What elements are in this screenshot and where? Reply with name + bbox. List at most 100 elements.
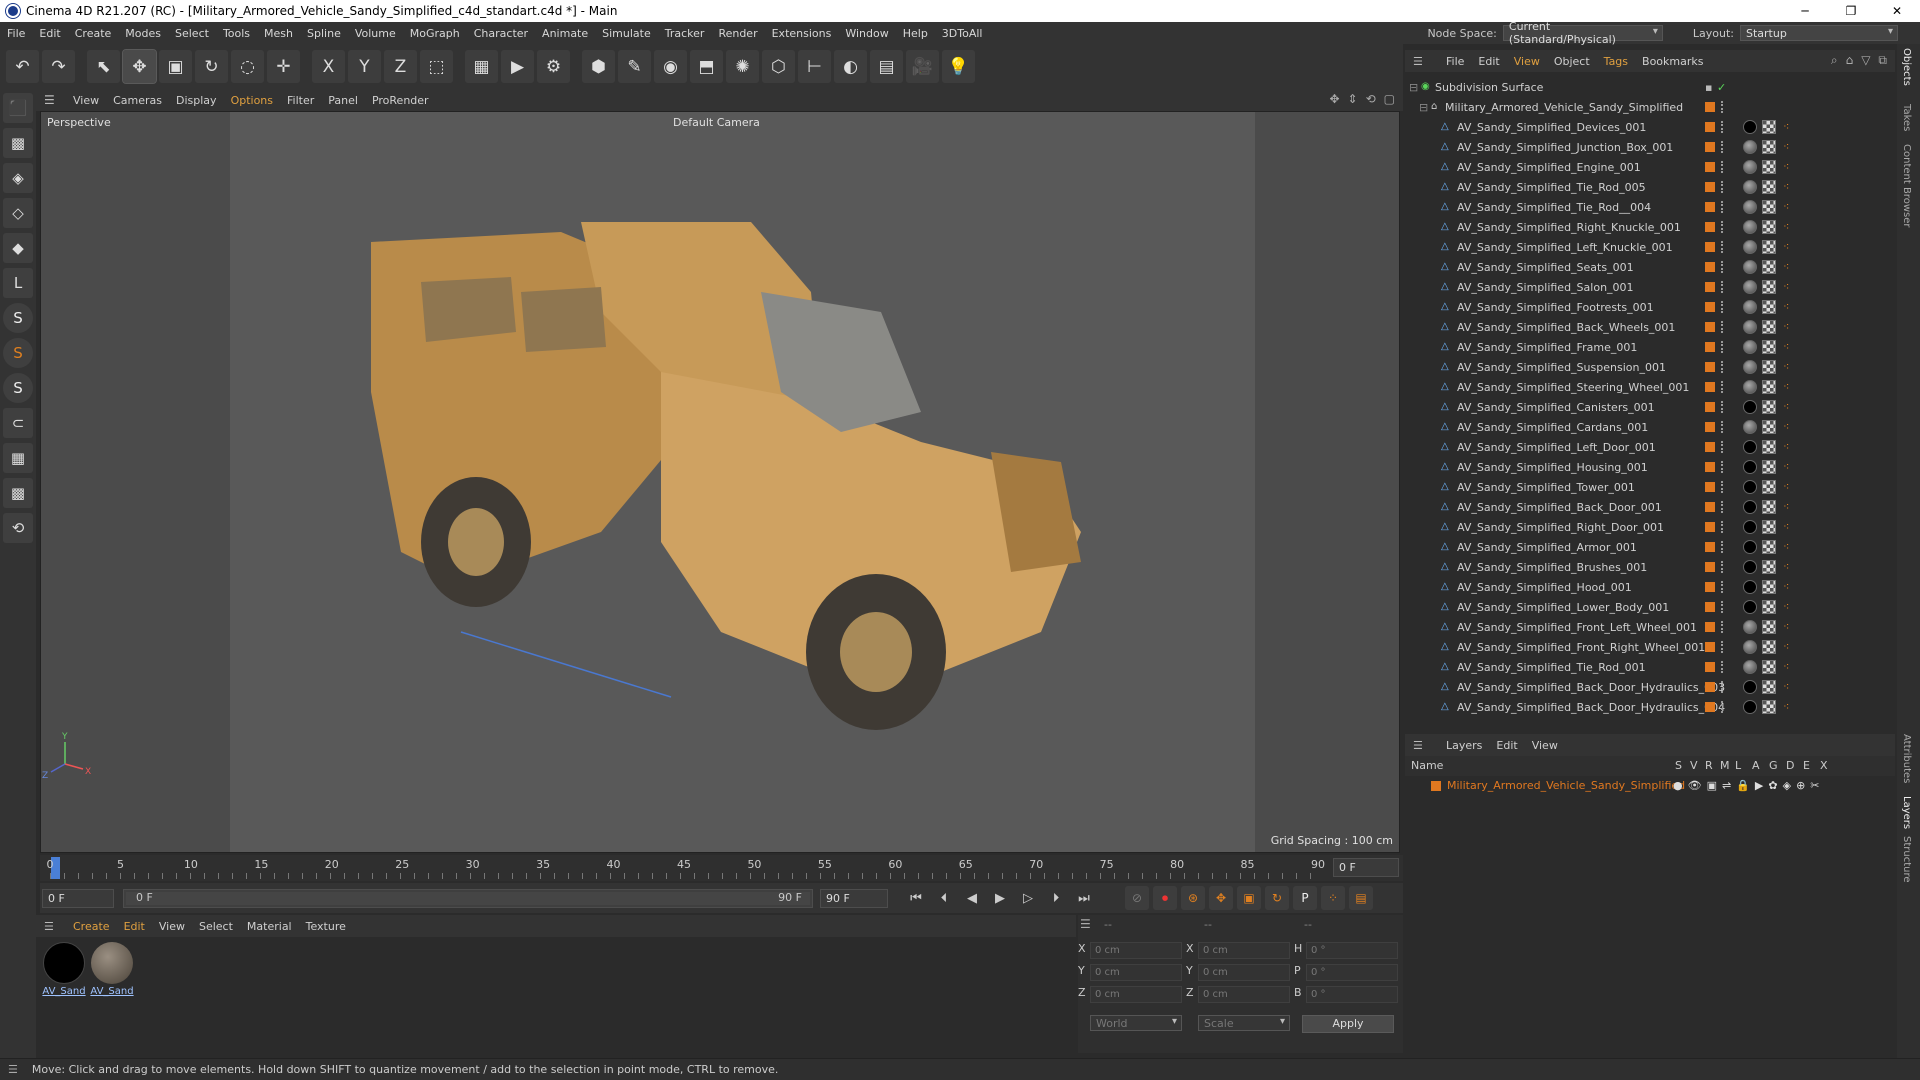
snap-s3-icon[interactable]: S: [3, 373, 33, 403]
layer-color-swatch[interactable]: [1705, 162, 1715, 172]
layer-color-swatch[interactable]: [1705, 122, 1715, 132]
uvw-tag-icon[interactable]: [1762, 300, 1776, 314]
object-manager-menu-icon[interactable]: ☰: [1413, 55, 1439, 68]
material-tag-icon[interactable]: [1743, 480, 1757, 494]
material-tag-icon[interactable]: [1743, 180, 1757, 194]
layer-visible-icon[interactable]: 👁: [1688, 779, 1702, 792]
visibility-dots[interactable]: [1721, 601, 1724, 613]
material-tag-icon[interactable]: [1743, 400, 1757, 414]
uvw-tag-icon[interactable]: [1762, 500, 1776, 514]
field-icon[interactable]: ◐: [834, 50, 867, 83]
z-axis-icon[interactable]: Z: [384, 50, 417, 83]
tree-row-object[interactable]: △ AV_Sandy_Simplified_Right_Door_001 ⁖: [1405, 517, 1895, 537]
material-tag-icon[interactable]: [1743, 240, 1757, 254]
tree-row-group[interactable]: ⊟ ⌂ Military_Armored_Vehicle_Sandy_Simpl…: [1405, 97, 1895, 117]
layer-deformers-icon[interactable]: ◈: [1783, 779, 1791, 792]
collapse-icon[interactable]: ⊟: [1409, 81, 1418, 94]
layer-color-swatch[interactable]: [1705, 522, 1715, 532]
viewport-menu-icon[interactable]: ☰: [44, 93, 66, 107]
selection-tag-icon[interactable]: ⁖: [1783, 400, 1789, 413]
move-icon[interactable]: ✥: [122, 49, 157, 84]
viewport-menu-cameras[interactable]: Cameras: [106, 94, 169, 107]
uvw-tag-icon[interactable]: [1762, 380, 1776, 394]
selection-tag-icon[interactable]: ⁖: [1783, 520, 1789, 533]
material-tag-icon[interactable]: [1743, 700, 1757, 714]
selection-tag-icon[interactable]: ⁖: [1783, 580, 1789, 593]
menu-extensions[interactable]: Extensions: [765, 27, 839, 40]
selection-tag-icon[interactable]: ⁖: [1783, 120, 1789, 133]
material-tag-icon[interactable]: [1743, 340, 1757, 354]
selection-tag-icon[interactable]: ⁖: [1783, 260, 1789, 273]
menu-create[interactable]: Create: [68, 27, 119, 40]
layer-lock-icon[interactable]: 🔒: [1736, 779, 1750, 792]
material-tag-icon[interactable]: [1743, 560, 1757, 574]
uvw-tag-icon[interactable]: [1762, 620, 1776, 634]
layer-color-swatch[interactable]: [1705, 342, 1715, 352]
go-to-end-button[interactable]: ⏭: [1072, 886, 1096, 910]
layer-manager-icon[interactable]: ⇌: [1722, 779, 1731, 792]
size-z-field[interactable]: 0 cm: [1198, 986, 1290, 1003]
material-tag-icon[interactable]: [1743, 120, 1757, 134]
viewport-menu-filter[interactable]: Filter: [280, 94, 321, 107]
render-view-icon[interactable]: ▶: [501, 50, 534, 83]
layer-color-swatch[interactable]: [1705, 402, 1715, 412]
tab-attributes[interactable]: Attributes: [1901, 734, 1912, 783]
layer-color-swatch[interactable]: [1705, 202, 1715, 212]
menu-character[interactable]: Character: [467, 27, 535, 40]
deformer-icon[interactable]: ⊢: [798, 50, 831, 83]
visibility-dots[interactable]: [1721, 541, 1724, 553]
workplane-icon[interactable]: ⟲: [3, 513, 33, 543]
tree-row-object[interactable]: △ AV_Sandy_Simplified_Back_Wheels_001 ⁖: [1405, 317, 1895, 337]
layout-dropdown[interactable]: Startup: [1740, 25, 1898, 41]
material-tag-icon[interactable]: [1743, 300, 1757, 314]
uvw-tag-icon[interactable]: [1762, 460, 1776, 474]
uvw-tag-icon[interactable]: [1762, 600, 1776, 614]
viewport-menu-options[interactable]: Options: [224, 94, 280, 107]
material-tag-icon[interactable]: [1743, 440, 1757, 454]
tree-row-object[interactable]: △ AV_Sandy_Simplified_Hood_001 ⁖: [1405, 577, 1895, 597]
uvw-tag-icon[interactable]: [1762, 120, 1776, 134]
menu-edit[interactable]: Edit: [32, 27, 67, 40]
menu-spline[interactable]: Spline: [300, 27, 348, 40]
menu-tools[interactable]: Tools: [216, 27, 257, 40]
layer-menu-layers[interactable]: Layers: [1439, 739, 1489, 752]
selection-tag-icon[interactable]: ⁖: [1783, 300, 1789, 313]
end-frame-field[interactable]: 90 F: [820, 889, 888, 908]
tree-row-object[interactable]: △ AV_Sandy_Simplified_Left_Knuckle_001 ⁖: [1405, 237, 1895, 257]
layer-color-swatch[interactable]: [1705, 442, 1715, 452]
material-swatch[interactable]: AV_Sand: [42, 942, 86, 997]
menu-help[interactable]: Help: [896, 27, 935, 40]
menu-file[interactable]: File: [0, 27, 32, 40]
tree-row-object[interactable]: △ AV_Sandy_Simplified_Lower_Body_001 ⁖: [1405, 597, 1895, 617]
layer-color-swatch[interactable]: [1705, 102, 1715, 112]
collapse-icon[interactable]: ⊟: [1419, 101, 1428, 114]
visibility-dots[interactable]: [1721, 241, 1724, 253]
visibility-dots[interactable]: [1721, 361, 1724, 373]
tree-row-object[interactable]: △ AV_Sandy_Simplified_Cardans_001 ⁖: [1405, 417, 1895, 437]
key-rot-icon[interactable]: ↻: [1265, 886, 1289, 910]
3d-viewport[interactable]: Y Z X Perspective Default Camera Grid Sp…: [40, 111, 1400, 853]
selection-tag-icon[interactable]: ⁖: [1783, 240, 1789, 253]
layer-color-swatch[interactable]: [1705, 242, 1715, 252]
selection-tag-icon[interactable]: ⁖: [1783, 480, 1789, 493]
filter-icon[interactable]: ▽: [1861, 53, 1870, 68]
material-tag-icon[interactable]: [1743, 680, 1757, 694]
menu-mesh[interactable]: Mesh: [257, 27, 300, 40]
layer-color-swatch[interactable]: [1705, 542, 1715, 552]
layer-color-swatch[interactable]: [1705, 222, 1715, 232]
tree-row-object[interactable]: △ AV_Sandy_Simplified_Housing_001 ⁖: [1405, 457, 1895, 477]
material-tag-icon[interactable]: [1743, 260, 1757, 274]
visibility-dots[interactable]: [1721, 181, 1724, 193]
key-scale-icon[interactable]: ▣: [1237, 886, 1261, 910]
uvw-tag-icon[interactable]: [1762, 660, 1776, 674]
tree-row-object[interactable]: △ AV_Sandy_Simplified_Front_Right_Wheel_0…: [1405, 637, 1895, 657]
uvw-tag-icon[interactable]: [1762, 700, 1776, 714]
uvw-tag-icon[interactable]: [1762, 520, 1776, 534]
tree-row-object[interactable]: △ AV_Sandy_Simplified_Suspension_001 ⁖: [1405, 357, 1895, 377]
floor-icon[interactable]: ▤: [870, 50, 903, 83]
layer-color-swatch[interactable]: [1705, 562, 1715, 572]
selection-tag-icon[interactable]: ⁖: [1783, 200, 1789, 213]
tree-row-object[interactable]: △ AV_Sandy_Simplified_Armor_001 ⁖: [1405, 537, 1895, 557]
menu-simulate[interactable]: Simulate: [595, 27, 658, 40]
material-tag-icon[interactable]: [1743, 280, 1757, 294]
